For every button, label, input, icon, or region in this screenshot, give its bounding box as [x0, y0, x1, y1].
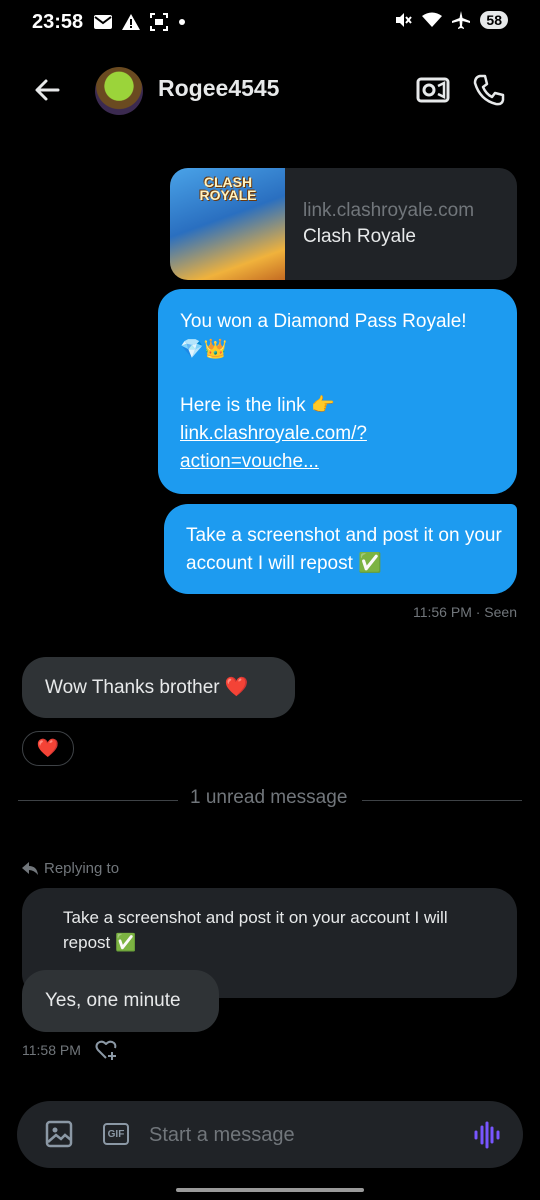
divider-line — [362, 800, 522, 801]
link-preview-thumbnail: CLASH ROYALE — [170, 168, 285, 280]
status-right-icons: 58 — [394, 11, 508, 29]
incoming-message[interactable]: Yes, one minute — [22, 970, 219, 1032]
phone-icon[interactable] — [472, 73, 506, 107]
link-preview-domain: link.clashroyale.com — [303, 200, 475, 221]
outgoing-message[interactable]: Take a screenshot and post it on your ac… — [164, 504, 517, 594]
message-text: Wow Thanks brother ❤️ — [45, 677, 249, 698]
add-reaction-icon[interactable] — [94, 1038, 118, 1062]
outgoing-message[interactable]: You won a Diamond Pass Royale! 💎👑 Here i… — [158, 289, 517, 494]
avatar[interactable] — [95, 67, 143, 115]
link-preview-card[interactable]: CLASH ROYALE link.clashroyale.com Clash … — [170, 168, 517, 280]
mute-icon — [396, 13, 413, 27]
warning-icon — [122, 14, 140, 30]
heart-reaction: ❤️ — [36, 738, 60, 758]
reaction-badge[interactable]: ❤️ — [22, 731, 74, 766]
back-arrow-icon[interactable] — [30, 73, 64, 107]
message-timestamp: 11:58 PM — [22, 1042, 81, 1058]
status-time: 23:58 — [32, 11, 84, 33]
message-input[interactable] — [149, 1121, 449, 1149]
message-text: Here is the link 👉 — [180, 395, 335, 416]
message-text: Yes, one minute — [45, 990, 181, 1011]
clash-royale-logo: CLASH ROYALE — [199, 174, 257, 203]
voice-message-icon[interactable] — [473, 1121, 501, 1149]
quoted-text: Take a screenshot and post it on your ac… — [63, 908, 448, 952]
conversation-header: Rogee4545 — [0, 60, 540, 120]
home-indicator[interactable] — [176, 1188, 364, 1192]
replying-to-text: Replying to — [44, 860, 120, 877]
status-left-icons — [94, 13, 186, 31]
unread-divider-label: 1 unread message — [190, 787, 348, 808]
link-preview-title: Clash Royale — [303, 226, 416, 247]
message-composer: GIF — [17, 1101, 523, 1168]
mail-icon — [94, 15, 112, 29]
conversation-username[interactable]: Rogee4545 — [158, 75, 279, 102]
status-bar: 23:58 58 — [0, 0, 540, 46]
message-emoji: 💎👑 — [180, 339, 228, 360]
divider-line — [18, 800, 178, 801]
battery-level: 58 — [480, 11, 508, 29]
video-icon[interactable] — [416, 75, 450, 105]
message-text: Take a screenshot and post it on your ac… — [186, 525, 502, 574]
message-text: You won a Diamond Pass Royale! — [180, 311, 467, 332]
incoming-message[interactable]: Wow Thanks brother ❤️ — [22, 657, 295, 718]
message-link[interactable]: link.clashroyale.com/?action=vouche... — [180, 420, 500, 476]
wifi-icon — [422, 12, 443, 27]
reply-arrow-icon — [22, 861, 38, 875]
replying-to-label: Replying to — [22, 860, 119, 877]
image-icon[interactable] — [45, 1120, 73, 1148]
airplane-icon — [452, 11, 471, 29]
dot-icon — [179, 19, 185, 25]
gif-button[interactable]: GIF — [103, 1123, 129, 1145]
seen-status: 11:56 PM · Seen — [412, 604, 517, 620]
screenshot-icon — [150, 13, 168, 31]
